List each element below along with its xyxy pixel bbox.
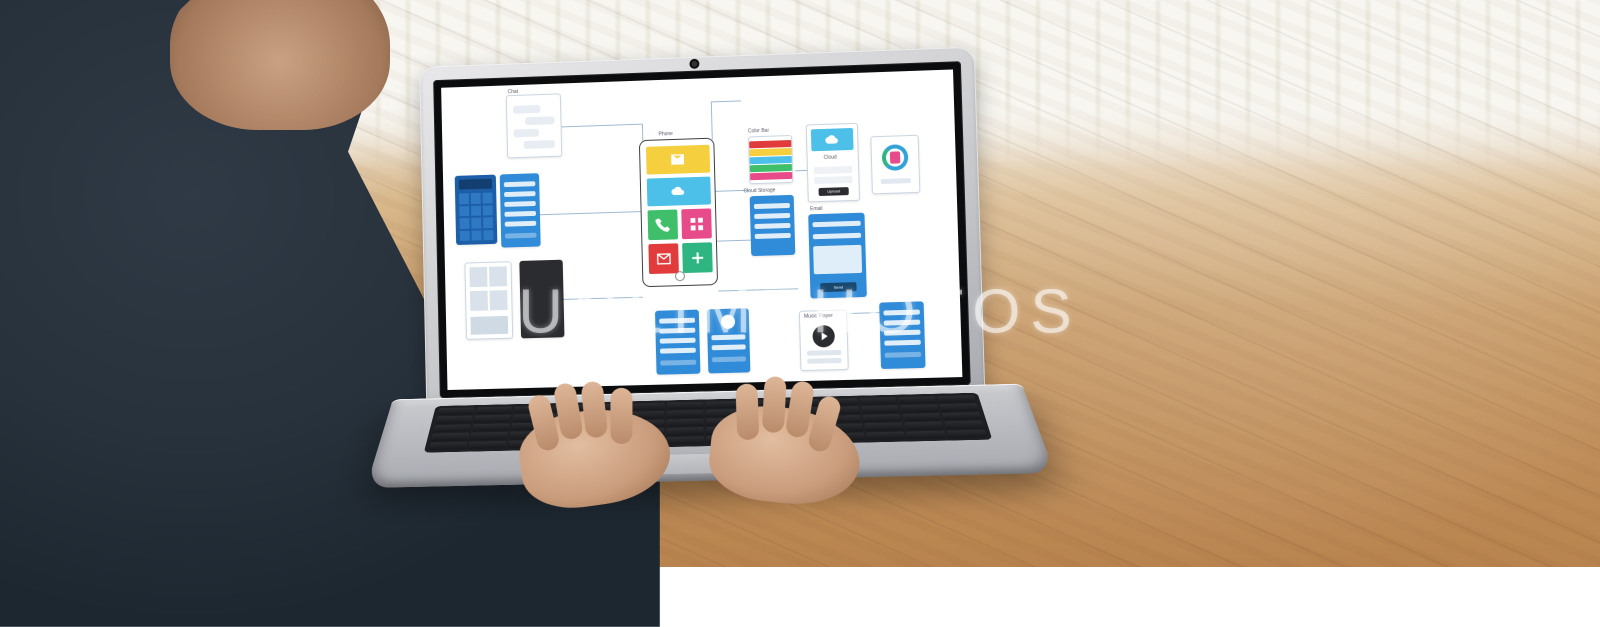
plus-tile[interactable]: [682, 242, 713, 273]
mockup-blank-screen[interactable]: [519, 260, 564, 339]
laptop-base: [366, 384, 1055, 488]
mail-icon: [655, 250, 672, 267]
mockup-calculator[interactable]: [455, 175, 498, 245]
email-form-label: Email: [810, 206, 823, 212]
mockup-account[interactable]: [707, 308, 751, 373]
music-player-label: Music Player: [804, 313, 833, 320]
ux-wireframe-canvas: Chat: [445, 74, 958, 386]
mockup-music-player[interactable]: Music Player: [799, 309, 849, 371]
cloud-tile[interactable]: [647, 177, 711, 207]
call-tile[interactable]: [648, 209, 679, 240]
laptop-lid: Chat: [419, 47, 985, 413]
plus-icon: [689, 249, 706, 266]
mockup-chat[interactable]: [506, 93, 562, 158]
mockup-cloud-upload[interactable]: Cloud Upload: [806, 123, 860, 203]
cloud-upload-title: Cloud: [824, 154, 837, 160]
mockup-gallery[interactable]: [464, 261, 513, 340]
mockup-security[interactable]: [870, 135, 920, 195]
mail-tile[interactable]: [648, 243, 679, 274]
lock-icon: [890, 151, 900, 163]
mockup-email-form[interactable]: Send: [808, 213, 867, 299]
grid-icon: [688, 215, 705, 232]
play-button[interactable]: [812, 325, 835, 348]
upload-button[interactable]: Upload: [819, 187, 849, 196]
phone-prototype[interactable]: [639, 138, 718, 288]
envelope-icon: [660, 151, 695, 167]
keyboard[interactable]: [424, 393, 993, 453]
apps-tile[interactable]: [681, 208, 712, 239]
send-button[interactable]: Send: [820, 282, 856, 292]
color-bar-label: Color Bar: [748, 128, 769, 135]
mockup-color-bar[interactable]: [748, 135, 793, 184]
person-head: [170, 0, 390, 130]
play-icon: [822, 332, 828, 340]
cloud-icon: [661, 183, 696, 199]
phone-icon: [654, 216, 671, 233]
mockup-cloud-storage[interactable]: [750, 195, 796, 256]
webcam-dot: [691, 61, 697, 67]
avatar-icon: [721, 315, 735, 329]
cloud-upload-icon: [825, 132, 839, 146]
phone-prototype-label: Phone: [658, 131, 672, 137]
mockup-right-list[interactable]: [879, 301, 925, 369]
mockup-settings[interactable]: [500, 173, 541, 247]
messages-tile[interactable]: [646, 145, 710, 175]
mockup-chat-label: Chat: [508, 89, 518, 95]
cloud-storage-label: Cloud Storage: [743, 187, 775, 194]
laptop-screen: Chat: [433, 61, 971, 398]
home-button[interactable]: [675, 271, 685, 281]
mockup-options[interactable]: [655, 310, 700, 375]
